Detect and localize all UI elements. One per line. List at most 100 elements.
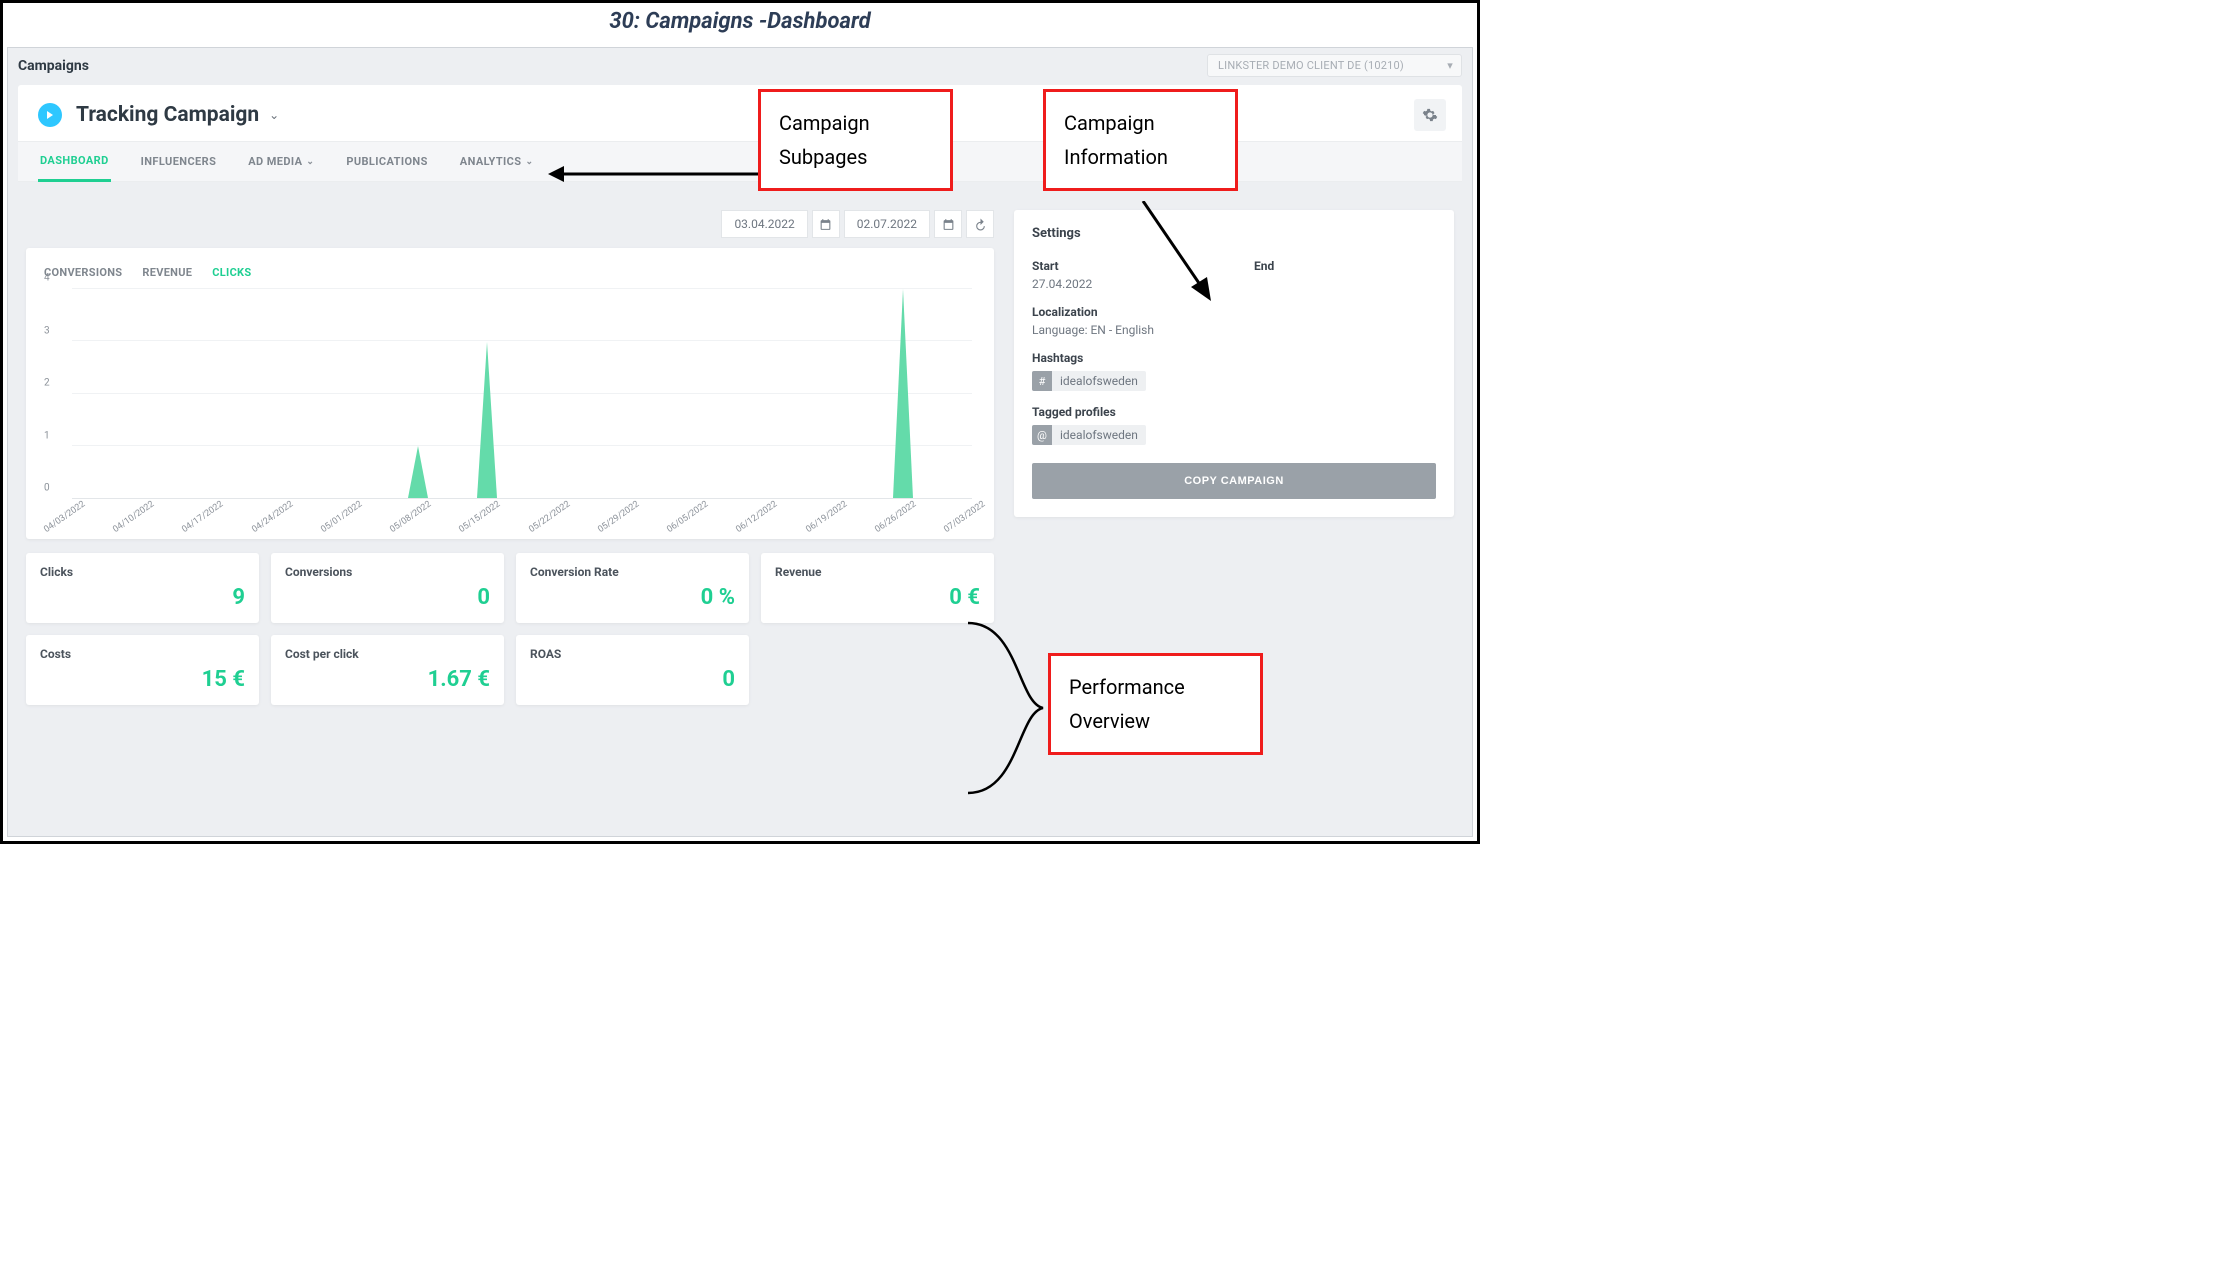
tab-analytics[interactable]: ANALYTICS⌄ [458,142,536,181]
data-spike [477,339,497,498]
x-tick: 04/17/2022 [181,499,226,535]
settings-localization-label: Localization [1032,305,1436,319]
page-title: Campaigns [18,58,89,74]
topbar: Campaigns LINKSTER DEMO CLIENT DE (10210… [8,48,1472,81]
client-selector[interactable]: LINKSTER DEMO CLIENT DE (10210) [1207,54,1462,77]
x-tick: 05/08/2022 [388,499,433,535]
y-tick: 0 [44,483,50,494]
at-icon: @ [1032,425,1052,445]
kpi-label: Clicks [40,565,245,579]
settings-localization: Localization Language: EN - English [1032,305,1436,337]
y-tick: 3 [44,325,50,336]
date-range-row: 03.04.2022 02.07.2022 [26,210,994,238]
campaign-card: Tracking Campaign ⌄ DASHBOARD INFLUENCERS… [18,85,1462,182]
chart-tab-conversions[interactable]: CONVERSIONS [44,266,122,279]
y-tick: 2 [44,378,50,389]
right-column: Settings Start 27.04.2022 End Localizati… [1014,192,1454,705]
copy-campaign-button[interactable]: COPY CAMPAIGN [1032,463,1436,499]
x-tick: 05/29/2022 [596,499,641,535]
kpi-card-conversion-rate: Conversion Rate 0 % [516,553,749,623]
chevron-down-icon: ⌄ [306,157,314,167]
x-tick: 05/01/2022 [319,499,364,535]
kpi-card-revenue: Revenue 0 € [761,553,994,623]
left-column: 03.04.2022 02.07.2022 CONVERSIONS REVENUE… [26,192,994,705]
kpi-value: 0 € [775,585,980,610]
x-tick: 06/12/2022 [735,499,780,535]
tagged-profile-chip[interactable]: @ idealofsweden [1032,425,1146,445]
kpi-card-costs: Costs15 € [26,635,259,705]
kpi-label: Revenue [775,565,980,579]
settings-button[interactable] [1414,99,1446,131]
tab-dashboard[interactable]: DASHBOARD [38,142,111,182]
x-tick: 05/15/2022 [458,499,503,535]
y-tick: 1 [44,430,50,441]
hashtag-text: idealofsweden [1052,374,1146,388]
kpi-card-roas: ROAS 0 [516,635,749,705]
hashtag-chip[interactable]: # idealofsweden [1032,371,1146,391]
gear-icon [1422,107,1438,123]
tab-label: INFLUENCERS [141,155,217,168]
x-tick: 04/24/2022 [250,499,295,535]
settings-title: Settings [1032,226,1436,241]
chevron-down-icon: ⌄ [525,157,533,167]
settings-end-label: End [1254,259,1436,273]
chart-tab-revenue[interactable]: REVENUE [142,266,192,279]
reset-date-button[interactable] [966,210,994,238]
grid-line [72,340,972,341]
chart-card: CONVERSIONSREVENUECLICKS 01234 04/03/202… [26,248,994,539]
kpi-label: Cost per click [285,647,490,661]
date-start[interactable]: 03.04.2022 [721,210,807,238]
kpi-value: 0 % [530,585,735,610]
tab-influencers[interactable]: INFLUENCERS [139,142,219,181]
annotation-performance: PerformanceOverview [1048,653,1263,755]
kpi-label: Conversions [285,565,490,579]
kpi-grid: Clicks 9 Conversions 0 Conversion Rate 0 % Rev… [26,553,994,705]
undo-icon [974,218,987,231]
settings-card: Settings Start 27.04.2022 End Localizati… [1014,210,1454,517]
chart-area: 01234 04/03/202204/10/202204/17/202204/2… [44,289,976,529]
calendar-icon [942,218,955,231]
settings-localization-value: Language: EN - English [1032,323,1436,337]
settings-start-value: 27.04.2022 [1032,277,1214,291]
tab-label: ANALYTICS [460,155,522,168]
kpi-value: 15 € [40,667,245,692]
x-tick: 04/10/2022 [112,499,157,535]
campaign-name[interactable]: Tracking Campaign [76,103,259,127]
chart-tab-clicks[interactable]: CLICKS [212,266,251,279]
chevron-down-icon: ⌄ [269,108,279,122]
date-end[interactable]: 02.07.2022 [844,210,930,238]
hash-icon: # [1032,371,1052,391]
calendar-end-button[interactable] [934,210,962,238]
x-tick: 07/03/2022 [942,499,987,535]
tab-ad-media[interactable]: AD MEDIA ⌄ [246,142,316,181]
campaign-status-icon [38,103,62,127]
settings-end: End [1254,259,1436,291]
grid-line [72,445,972,446]
settings-start-label: Start [1032,259,1214,273]
kpi-label: ROAS [530,647,735,661]
dashboard-body: 03.04.2022 02.07.2022 CONVERSIONS REVENUE… [8,192,1472,705]
tab-label: DASHBOARD [40,154,109,167]
tab-publications[interactable]: PUBLICATIONS [344,142,429,181]
kpi-value: 1.67 € [285,667,490,692]
kpi-value: 0 [530,667,735,692]
kpi-card-cost-per-click: Cost per click 1.67 € [271,635,504,705]
settings-tagged: Tagged profiles @ idealofsweden [1032,405,1436,445]
settings-hashtags-label: Hashtags [1032,351,1436,365]
y-tick: 4 [44,273,50,284]
kpi-label: Conversion Rate [530,565,735,579]
x-tick: 06/26/2022 [873,499,918,535]
kpi-value: 9 [40,585,245,610]
data-spike [408,443,428,498]
settings-start: Start 27.04.2022 [1032,259,1214,291]
calendar-start-button[interactable] [812,210,840,238]
annotation-information: CampaignInformation [1043,89,1238,191]
x-tick: 06/19/2022 [804,499,849,535]
tab-label: AD MEDIA [248,155,302,168]
tagged-profile-text: idealofsweden [1052,428,1146,442]
grid-line [72,288,972,289]
grid-line [72,393,972,394]
y-axis: 01234 [44,289,68,499]
plot-area [72,289,972,499]
annotation-subpages: CampaignSubpages [758,89,953,191]
